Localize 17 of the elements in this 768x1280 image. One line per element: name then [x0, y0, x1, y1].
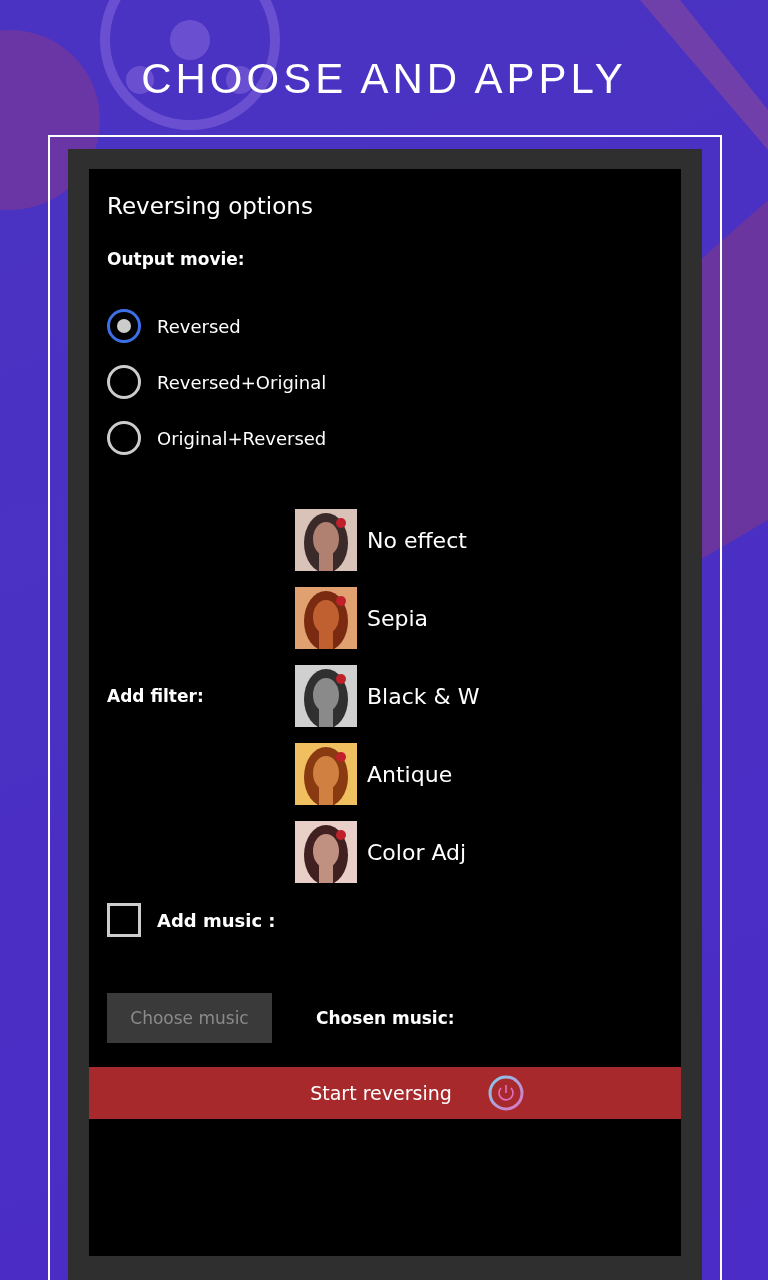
music-label: Add music : — [157, 909, 276, 931]
output-label: Output movie: — [107, 248, 246, 271]
checkbox[interactable] — [107, 903, 141, 937]
page-title: CHOOSE AND APPLY — [141, 54, 627, 104]
filter-item[interactable]: Antique — [295, 743, 480, 805]
filter-item[interactable]: Black & W — [295, 665, 480, 727]
filter-label: Add filter: — [107, 686, 205, 706]
filter-item[interactable]: Color Adj — [295, 821, 480, 883]
filter-item[interactable]: No effect — [295, 509, 480, 571]
radio-option[interactable]: Reversed — [107, 309, 241, 343]
power-icon — [487, 1075, 524, 1111]
radio-option[interactable]: Original+Reversed — [107, 421, 327, 455]
start-button[interactable]: Start reversing — [89, 1067, 681, 1119]
panel-title: Reversing options — [107, 192, 314, 221]
chosen-music-label: Chosen music: — [316, 1008, 455, 1028]
filter-item[interactable]: Sepia — [295, 587, 480, 649]
radio-option[interactable]: Reversed+Original — [107, 365, 327, 399]
